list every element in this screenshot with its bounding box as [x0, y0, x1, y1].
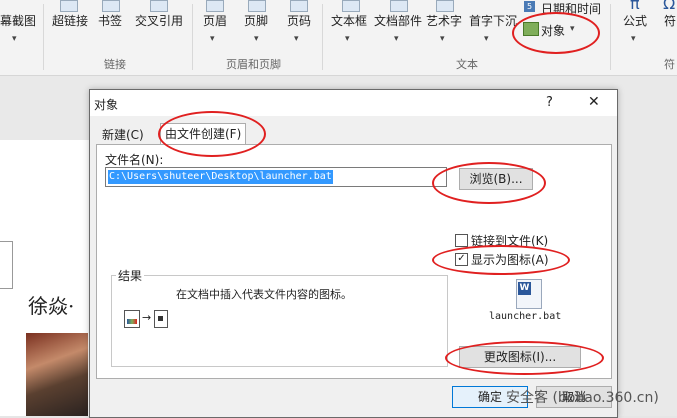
drop-cap-button[interactable]: 首字下沉 [469, 12, 517, 29]
textbox-icon [342, 0, 360, 12]
equation-button[interactable]: 公式 [623, 12, 647, 29]
annotation-circle [432, 245, 570, 275]
textbox-button[interactable]: 文本框 [331, 12, 367, 29]
footer-icon [248, 0, 266, 12]
dialog-title: 对象 [94, 98, 119, 112]
chevron-down-icon[interactable]: ▾ [631, 34, 636, 44]
group-divider [192, 4, 193, 70]
result-label: 结果 [116, 267, 145, 284]
date-time-icon: 5 [524, 1, 535, 12]
hyperlink-icon [60, 0, 78, 12]
quick-parts-button[interactable]: 文档部件 [374, 12, 422, 29]
filename-value: C:\Users\shuteer\Desktop\launcher.bat [108, 170, 333, 184]
cross-reference-icon [150, 0, 168, 12]
bat-file-icon: W [516, 279, 542, 309]
cross-reference-button[interactable]: 交叉引用 [135, 12, 183, 29]
tab-create-new[interactable]: 新建(C) [98, 125, 148, 145]
file-icon [154, 310, 168, 328]
arrow-icon: → [142, 311, 152, 324]
footer-button[interactable]: 页脚 [244, 12, 268, 29]
annotation-circle [432, 162, 546, 204]
close-icon[interactable]: ✕ [588, 94, 600, 110]
screenshot-button[interactable]: 幕截图 [0, 12, 36, 29]
filename-field[interactable]: C:\Users\shuteer\Desktop\launcher.bat [105, 167, 447, 187]
document-page[interactable]: 徐焱· [0, 140, 94, 416]
help-button[interactable]: ? [546, 95, 553, 110]
annotation-circle [158, 111, 266, 157]
page-number-icon [290, 0, 308, 12]
chevron-down-icon[interactable]: ▾ [440, 34, 445, 44]
wordart-button[interactable]: 艺术字 [426, 12, 462, 29]
hyperlink-button[interactable]: 超链接 [52, 12, 88, 29]
chevron-down-icon[interactable]: ▾ [345, 34, 350, 44]
link-to-file-checkbox[interactable] [455, 234, 468, 247]
annotation-circle [445, 341, 604, 375]
group-label-links: 链接 [104, 58, 126, 71]
bookmark-icon [102, 0, 120, 12]
result-text: 在文档中插入代表文件内容的图标。 [176, 288, 352, 301]
page-corner-mark [0, 241, 13, 289]
group-divider [610, 4, 611, 70]
dialog-titlebar: 对象 ? ✕ [90, 90, 617, 116]
document-text: 徐焱· [28, 294, 75, 318]
group-label-header-footer: 页眉和页脚 [226, 58, 281, 71]
symbol-button[interactable]: 符 [664, 12, 676, 29]
document-photo [26, 333, 88, 416]
chevron-down-icon[interactable]: ▾ [210, 34, 215, 44]
group-label-text: 文本 [456, 58, 478, 71]
chevron-down-icon[interactable]: ▾ [254, 34, 259, 44]
bookmark-button[interactable]: 书签 [98, 12, 122, 29]
wordart-icon [436, 0, 454, 12]
header-button[interactable]: 页眉 [203, 12, 227, 29]
annotation-circle [512, 12, 600, 54]
icon-caption: launcher.bat [489, 311, 562, 322]
header-icon [206, 0, 224, 12]
group-divider [322, 4, 323, 70]
group-label-symbols: 符 [664, 58, 675, 71]
chevron-down-icon[interactable]: ▾ [394, 34, 399, 44]
result-group: 结果 → 在文档中插入代表文件内容的图标。 [111, 267, 448, 367]
chevron-down-icon[interactable]: ▾ [484, 34, 489, 44]
chevron-down-icon[interactable]: ▾ [294, 34, 299, 44]
chevron-down-icon[interactable]: ▾ [12, 34, 17, 44]
page-number-button[interactable]: 页码 [287, 12, 311, 29]
filename-label: 文件名(N): [105, 153, 164, 167]
group-divider [43, 4, 44, 70]
document-icon [124, 310, 140, 328]
watermark: 安全客 (bobao.360.cn) [506, 390, 659, 406]
quick-parts-icon [390, 0, 408, 12]
